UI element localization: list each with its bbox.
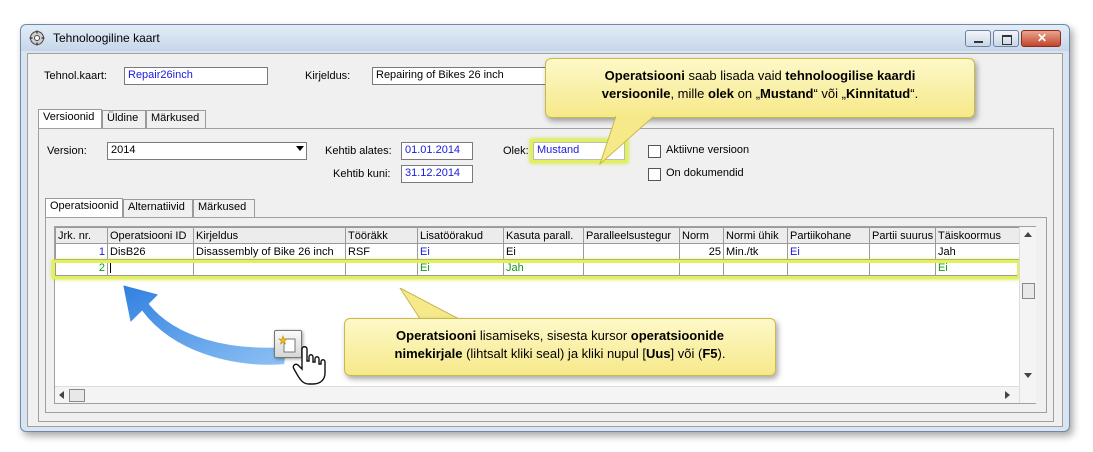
column-header[interactable]: Paralleelsustegur [583, 227, 680, 244]
tab-operatsioonid[interactable]: Operatsioonid [45, 198, 123, 218]
column-header[interactable]: Täiskoormus [935, 227, 1020, 244]
close-button[interactable]: ✕ [1021, 30, 1061, 47]
tehnol-label: Tehnol.kaart: [44, 70, 107, 82]
scroll-left-icon[interactable] [59, 391, 64, 399]
kehtib-alates-label: Kehtib alates: [325, 145, 392, 157]
table-cell[interactable]: Ei [503, 243, 584, 260]
callout-add-operation: Operatsiooni lisamiseks, sisesta kursor … [344, 318, 776, 376]
maximize-button[interactable] [993, 30, 1019, 47]
scroll-down-icon[interactable] [1024, 373, 1032, 378]
maximize-icon [1002, 35, 1012, 45]
table-cell[interactable]: Ei [935, 259, 1020, 276]
column-header[interactable]: Partiikohane [787, 227, 870, 244]
horizontal-scrollbar[interactable] [55, 386, 1019, 403]
hand-cursor-icon [292, 346, 326, 385]
horizontal-scroll-thumb[interactable] [69, 389, 85, 402]
table-cell[interactable]: Jah [503, 259, 584, 276]
column-header[interactable]: Jrk. nr. [55, 227, 108, 244]
table-cell[interactable] [193, 259, 346, 276]
minimize-icon [974, 41, 983, 43]
table-cell[interactable]: RSF [345, 243, 418, 260]
column-header[interactable]: Lisatöörakud [417, 227, 504, 244]
scroll-up-icon[interactable] [1024, 232, 1032, 237]
table-cell[interactable] [869, 259, 936, 276]
tehnol-field[interactable]: Repair26inch [124, 67, 268, 85]
table-cell[interactable] [723, 259, 788, 276]
table-cell[interactable]: Jah [935, 243, 1020, 260]
callout-version-pointer [598, 116, 655, 166]
close-icon: ✕ [1037, 31, 1048, 45]
curved-arrow-icon [120, 282, 290, 367]
window-title: Tehnoloogiline kaart [53, 31, 160, 45]
table-cell[interactable] [583, 243, 680, 260]
table-row[interactable]: 1 DisB26 Disassembly of Bike 26 inch RSF… [55, 243, 1020, 260]
table-cell[interactable]: Ei [787, 243, 870, 260]
table-cell[interactable] [679, 259, 724, 276]
column-header[interactable]: Norm [679, 227, 724, 244]
text-cursor [110, 262, 111, 274]
kehtib-alates-field[interactable]: 01.01.2014 [401, 142, 473, 160]
table-cell[interactable] [787, 259, 870, 276]
column-header[interactable]: Normi ühik [723, 227, 788, 244]
table-row[interactable]: 2 Ei Jah Ei [55, 259, 1020, 276]
kirjeldus-field[interactable]: Repairing of Bikes 26 inch [372, 67, 560, 85]
table-cell[interactable] [345, 259, 418, 276]
title-bar[interactable]: Tehnoloogiline kaart ✕ [21, 25, 1069, 51]
app-icon [29, 30, 45, 46]
table-cell[interactable]: Ei [417, 259, 504, 276]
table-cell[interactable] [869, 243, 936, 260]
table-header: Jrk. nr. Operatsiooni ID Kirjeldus Töörä… [55, 227, 1020, 244]
column-header[interactable]: Operatsiooni ID [107, 227, 194, 244]
table-cell[interactable]: Min./tk [723, 243, 788, 260]
vertical-scroll-thumb[interactable] [1022, 283, 1035, 299]
version-label: Version: [47, 145, 87, 157]
table-cell[interactable]: DisB26 [107, 243, 194, 260]
scroll-right-icon[interactable] [1005, 391, 1010, 399]
tab-versioonid[interactable]: Versioonid [38, 109, 102, 129]
callout-version: Operatsiooni saab lisada vaid tehnoloogi… [545, 58, 975, 118]
dokumendid-label: On dokumendid [666, 167, 744, 179]
kirjeldus-label: Kirjeldus: [305, 70, 351, 82]
table-cell[interactable]: Ei [417, 243, 504, 260]
minimize-button[interactable] [965, 30, 991, 47]
operations-table: Jrk. nr. Operatsiooni ID Kirjeldus Töörä… [55, 227, 1020, 276]
column-header[interactable]: Partii suurus [869, 227, 936, 244]
tab-markused-inner[interactable]: Märkused [193, 199, 255, 217]
tab-markused[interactable]: Märkused [146, 110, 206, 128]
olek-label: Olek: [503, 145, 529, 157]
aktiivne-label: Aktiivne versioon [666, 144, 750, 156]
version-value: 2014 [111, 144, 136, 156]
table-cell[interactable] [107, 259, 194, 276]
table-cell[interactable]: 25 [679, 243, 724, 260]
version-select[interactable]: 2014 [107, 142, 307, 160]
column-header[interactable]: Kasuta parall. [503, 227, 584, 244]
table-cell[interactable]: Disassembly of Bike 26 inch [193, 243, 346, 260]
table-cell[interactable]: 2 [55, 259, 108, 276]
kehtib-kuni-field[interactable]: 31.12.2014 [401, 165, 473, 183]
table-cell[interactable] [583, 259, 680, 276]
table-cell[interactable]: 1 [55, 243, 108, 260]
column-header[interactable]: Kirjeldus [193, 227, 346, 244]
vertical-scrollbar[interactable] [1019, 227, 1036, 403]
column-header[interactable]: Tööräkk [345, 227, 418, 244]
dropdown-arrow-icon[interactable] [296, 146, 304, 151]
tab-alternatiivid[interactable]: Alternatiivid [123, 199, 193, 217]
dokumendid-checkbox[interactable] [648, 168, 661, 181]
kehtib-kuni-label: Kehtib kuni: [333, 168, 391, 180]
tab-uldine[interactable]: Üldine [102, 110, 146, 128]
